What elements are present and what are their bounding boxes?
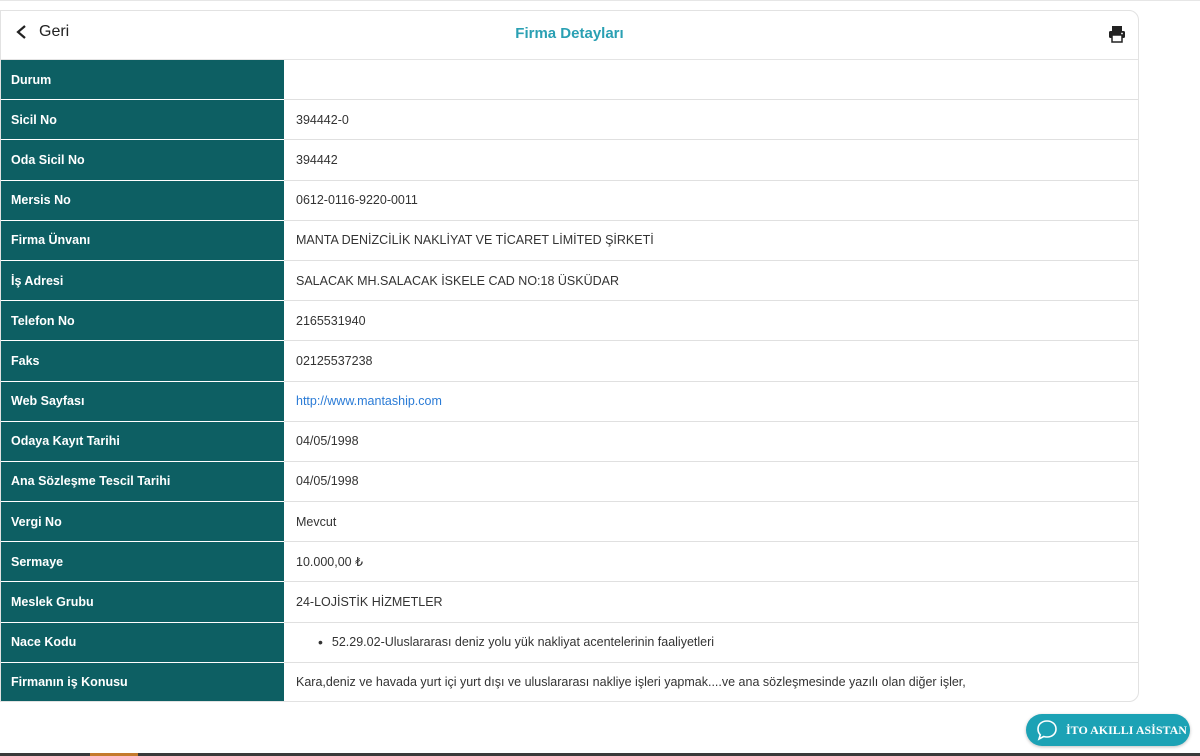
table-row: Durum <box>1 60 1138 101</box>
table-row: Vergi No Mevcut <box>1 501 1138 543</box>
row-label: Ana Sözleşme Tescil Tarihi <box>1 461 284 503</box>
top-divider <box>0 0 1200 5</box>
table-row: Faks 02125537238 <box>1 340 1138 382</box>
card-header: Geri Firma Detayları <box>1 11 1138 60</box>
row-label: Vergi No <box>1 501 284 543</box>
nace-list-item: 52.29.02-Uluslararası deniz yolu yük nak… <box>296 634 1138 650</box>
row-value-nace-code: 52.29.02-Uluslararası deniz yolu yük nak… <box>284 622 1138 663</box>
row-label: Firma Ünvanı <box>1 220 284 261</box>
row-label: Durum <box>1 60 284 101</box>
row-label: Sermaye <box>1 541 284 583</box>
table-row: Sicil No 394442-0 <box>1 99 1138 141</box>
printer-icon[interactable] <box>1108 25 1126 43</box>
company-details-card: Geri Firma Detayları Durum Sicil No 3944… <box>0 10 1139 702</box>
table-row: İş Adresi SALACAK MH.SALACAK İSKELE CAD … <box>1 260 1138 302</box>
row-value-fax: 02125537238 <box>284 340 1138 382</box>
table-row: Nace Kodu 52.29.02-Uluslararası deniz yo… <box>1 622 1138 663</box>
row-label: Telefon No <box>1 300 284 342</box>
smart-assistant-button[interactable]: İTO AKILLI ASİSTAN <box>1026 714 1190 746</box>
row-label: Web Sayfası <box>1 381 284 422</box>
row-value-chamber-registry-no: 394442 <box>284 139 1138 181</box>
row-value-tax-no: Mevcut <box>284 501 1138 543</box>
table-row: Telefon No 2165531940 <box>1 300 1138 342</box>
table-row: Firma Ünvanı MANTA DENİZCİLİK NAKLİYAT V… <box>1 220 1138 261</box>
table-row: Mersis No 0612-0116-9220-0011 <box>1 180 1138 221</box>
website-link[interactable]: http://www.mantaship.com <box>296 394 442 408</box>
row-value-registry-no: 394442-0 <box>284 99 1138 141</box>
row-label: Meslek Grubu <box>1 581 284 623</box>
row-label: Sicil No <box>1 99 284 141</box>
row-label: Firmanın iş Konusu <box>1 662 284 701</box>
row-value-company-title: MANTA DENİZCİLİK NAKLİYAT VE TİCARET LİM… <box>284 220 1138 261</box>
chat-bubble-icon <box>1037 720 1057 741</box>
table-row: Sermaye 10.000,00 ₺ <box>1 541 1138 583</box>
table-row: Web Sayfası http://www.mantaship.com <box>1 381 1138 422</box>
row-value-articles-date: 04/05/1998 <box>284 461 1138 503</box>
row-value-registration-date: 04/05/1998 <box>284 421 1138 462</box>
row-value-capital: 10.000,00 ₺ <box>284 541 1138 583</box>
row-value-business-subject: Kara,deniz ve havada yurt içi yurt dışı … <box>296 675 966 690</box>
table-row: Oda Sicil No 394442 <box>1 139 1138 181</box>
row-label: İş Adresi <box>1 260 284 302</box>
row-value-phone: 2165531940 <box>284 300 1138 342</box>
row-value-status <box>284 60 1138 101</box>
table-row: Ana Sözleşme Tescil Tarihi 04/05/1998 <box>1 461 1138 503</box>
row-label: Odaya Kayıt Tarihi <box>1 421 284 462</box>
table-row: Odaya Kayıt Tarihi 04/05/1998 <box>1 421 1138 462</box>
table-row: Meslek Grubu 24-LOJİSTİK HİZMETLER <box>1 581 1138 623</box>
row-value-website: http://www.mantaship.com <box>284 381 1138 422</box>
company-details-table: Durum Sicil No 394442-0 Oda Sicil No 394… <box>1 60 1138 701</box>
row-label: Nace Kodu <box>1 622 284 663</box>
row-label: Mersis No <box>1 180 284 221</box>
row-value-mersis-no: 0612-0116-9220-0011 <box>284 180 1138 221</box>
assistant-label: İTO AKILLI ASİSTAN <box>1066 722 1187 737</box>
row-label: Oda Sicil No <box>1 139 284 181</box>
row-value-business-address: SALACAK MH.SALACAK İSKELE CAD NO:18 ÜSKÜ… <box>284 260 1138 302</box>
page-title: Firma Detayları <box>515 25 624 42</box>
row-value-profession-group: 24-LOJİSTİK HİZMETLER <box>284 581 1138 623</box>
table-row: Firmanın iş Konusu Kara,deniz ve havada … <box>1 662 1138 701</box>
row-label: Faks <box>1 340 284 382</box>
